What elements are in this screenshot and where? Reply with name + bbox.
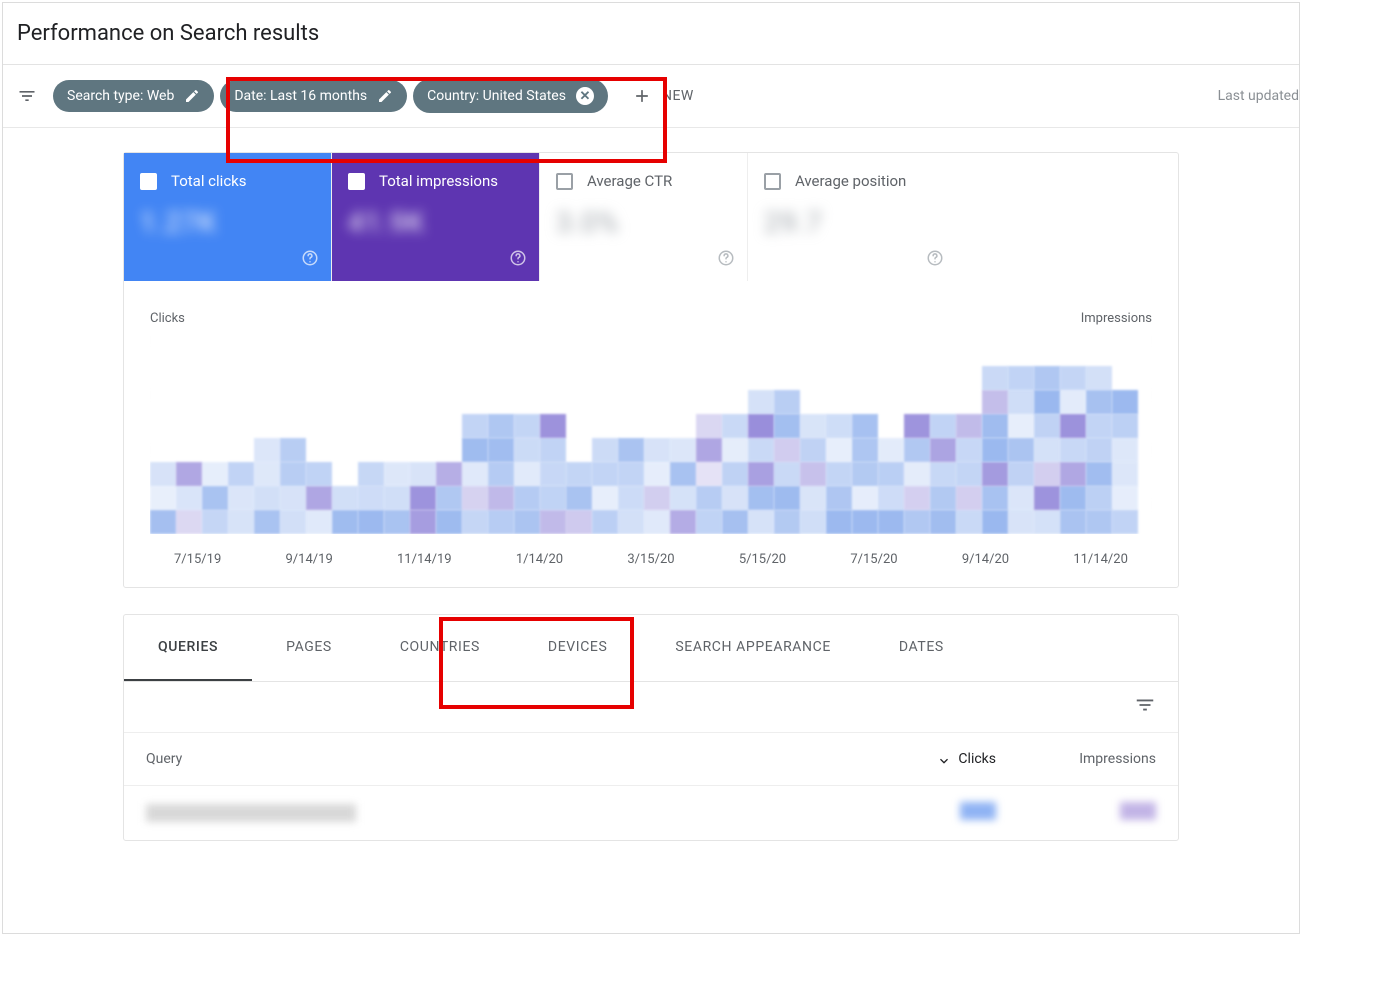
tab-dates[interactable]: DATES xyxy=(865,615,978,681)
cell-clicks xyxy=(960,802,996,820)
chart-x-axis: 7/15/19 9/14/19 11/14/19 1/14/20 3/15/20… xyxy=(150,552,1152,567)
checkbox-icon xyxy=(140,173,157,190)
metric-ctr-label: Average CTR xyxy=(587,172,672,190)
performance-chart[interactable] xyxy=(150,334,1152,534)
th-clicks[interactable]: Clicks xyxy=(876,751,996,767)
chart-left-axis-label: Clicks xyxy=(150,311,185,326)
help-icon[interactable] xyxy=(301,249,319,271)
tab-countries[interactable]: COUNTRIES xyxy=(366,615,514,681)
chip-search-type[interactable]: Search type: Web xyxy=(53,80,214,112)
table-filter-row xyxy=(124,682,1178,733)
cell-query xyxy=(146,804,356,822)
table-header: Query Clicks Impressions xyxy=(124,733,1178,786)
pencil-icon xyxy=(184,88,200,104)
chip-date[interactable]: Date: Last 16 months xyxy=(220,80,407,112)
filter-bar: Search type: Web Date: Last 16 months Co… xyxy=(3,65,1299,128)
metric-impressions-value: 41.9K xyxy=(348,206,523,239)
th-clicks-label: Clicks xyxy=(958,751,996,767)
tab-search-appearance[interactable]: SEARCH APPEARANCE xyxy=(641,615,865,681)
metric-position-label: Average position xyxy=(795,172,906,190)
metric-total-clicks[interactable]: Total clicks 1.27K xyxy=(124,153,332,281)
th-query[interactable]: Query xyxy=(146,751,876,767)
checkbox-icon xyxy=(348,173,365,190)
performance-card: Total clicks 1.27K Total impressions 41.… xyxy=(123,152,1179,588)
checkbox-icon xyxy=(556,173,573,190)
metric-total-impressions[interactable]: Total impressions 41.9K xyxy=(332,153,540,281)
filter-icon[interactable] xyxy=(15,84,39,108)
close-icon[interactable]: ✕ xyxy=(576,87,594,105)
arrow-down-icon xyxy=(936,751,952,767)
tab-pages[interactable]: PAGES xyxy=(252,615,366,681)
chip-country[interactable]: Country: United States ✕ xyxy=(413,79,608,113)
cell-impressions xyxy=(1120,802,1156,820)
plus-icon xyxy=(632,86,652,106)
xtick: 9/14/20 xyxy=(962,552,1009,567)
metric-clicks-value: 1.27K xyxy=(140,206,315,239)
chart-right-axis-label: Impressions xyxy=(1081,311,1152,326)
pencil-icon xyxy=(377,88,393,104)
xtick: 7/15/20 xyxy=(850,552,897,567)
tab-devices[interactable]: DEVICES xyxy=(514,615,641,681)
help-icon[interactable] xyxy=(509,249,527,271)
add-filter-label: NEW xyxy=(662,88,694,104)
help-icon[interactable] xyxy=(926,249,944,271)
tabs-row: QUERIES PAGES COUNTRIES DEVICES SEARCH A… xyxy=(124,615,1178,682)
metric-clicks-label: Total clicks xyxy=(171,172,247,190)
xtick: 5/15/20 xyxy=(739,552,786,567)
tab-queries[interactable]: QUERIES xyxy=(124,615,252,681)
metric-position-value: 29.7 xyxy=(764,206,940,239)
checkbox-icon xyxy=(764,173,781,190)
chip-search-type-label: Search type: Web xyxy=(67,88,174,104)
xtick: 11/14/19 xyxy=(397,552,452,567)
metric-average-position[interactable]: Average position 29.7 xyxy=(748,153,956,281)
chip-country-label: Country: United States xyxy=(427,88,566,104)
chart-area: Clicks Impressions 7/15/19 9/14/19 11/14… xyxy=(124,281,1178,587)
last-updated-label: Last updated xyxy=(1218,88,1299,104)
metric-average-ctr[interactable]: Average CTR 3.0% xyxy=(540,153,748,281)
xtick: 3/15/20 xyxy=(627,552,674,567)
tabs-card: QUERIES PAGES COUNTRIES DEVICES SEARCH A… xyxy=(123,614,1179,841)
add-filter-button[interactable]: NEW xyxy=(632,86,694,106)
metric-row: Total clicks 1.27K Total impressions 41.… xyxy=(124,153,1178,281)
help-icon[interactable] xyxy=(717,249,735,271)
xtick: 1/14/20 xyxy=(516,552,563,567)
xtick: 9/14/19 xyxy=(286,552,333,567)
page-header: Performance on Search results xyxy=(3,3,1299,65)
chip-date-label: Date: Last 16 months xyxy=(234,88,367,104)
xtick: 7/15/19 xyxy=(174,552,221,567)
page-title: Performance on Search results xyxy=(17,21,1285,46)
th-impressions[interactable]: Impressions xyxy=(996,751,1156,767)
metric-ctr-value: 3.0% xyxy=(556,206,731,239)
metric-impressions-label: Total impressions xyxy=(379,172,498,190)
xtick: 11/14/20 xyxy=(1073,552,1128,567)
table-row[interactable] xyxy=(124,786,1178,840)
table-filter-icon[interactable] xyxy=(1134,694,1156,720)
